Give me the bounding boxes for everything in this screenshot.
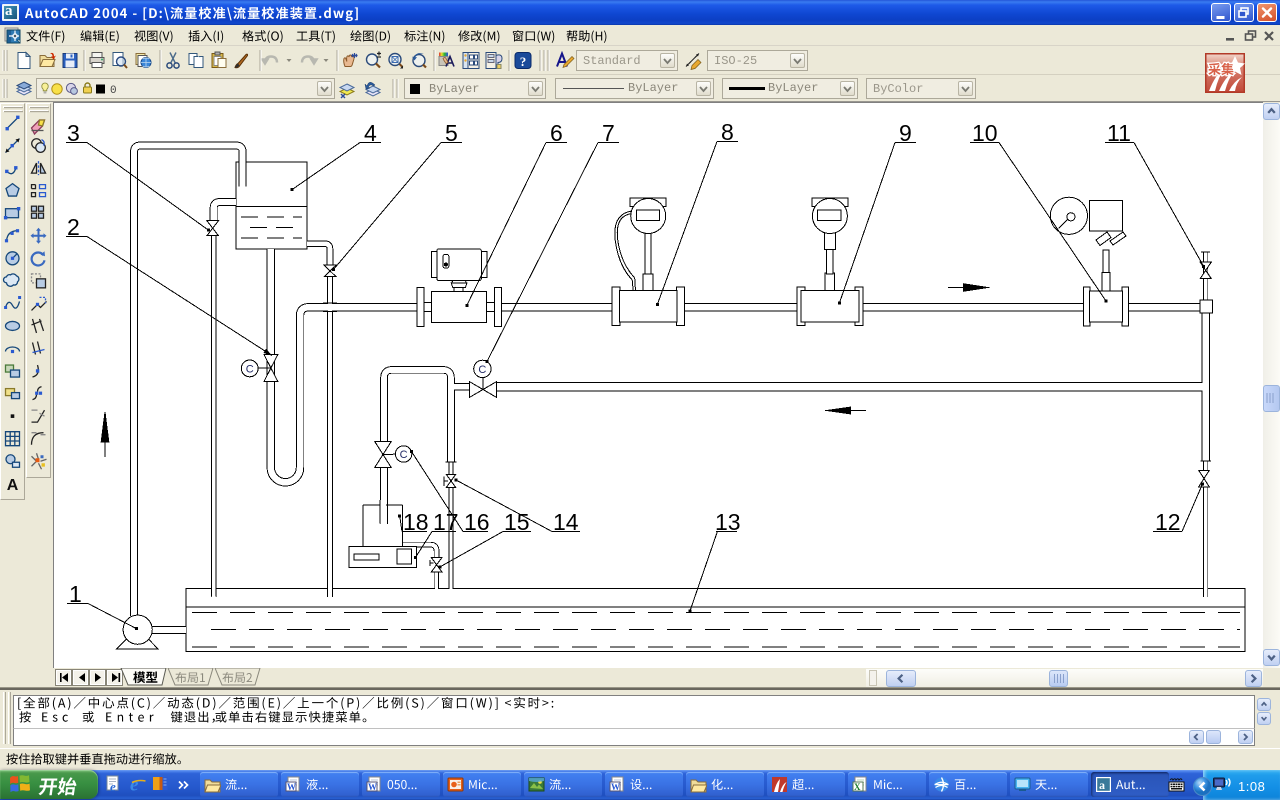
svg-text:W: W <box>368 782 377 792</box>
svg-text:C: C <box>478 364 486 376</box>
svg-text:W: W <box>611 782 620 792</box>
svg-text:X: X <box>854 782 861 792</box>
svg-text:a: a <box>1099 778 1105 792</box>
svg-text:e: e <box>130 775 139 796</box>
svg-text:e: e <box>110 779 116 794</box>
svg-text:?: ? <box>520 54 527 69</box>
svg-text:C: C <box>400 449 408 461</box>
svg-text:0: 0 <box>110 85 117 97</box>
svg-text:W: W <box>287 782 296 792</box>
svg-text:C: C <box>246 363 254 375</box>
svg-text:A: A <box>7 477 19 494</box>
